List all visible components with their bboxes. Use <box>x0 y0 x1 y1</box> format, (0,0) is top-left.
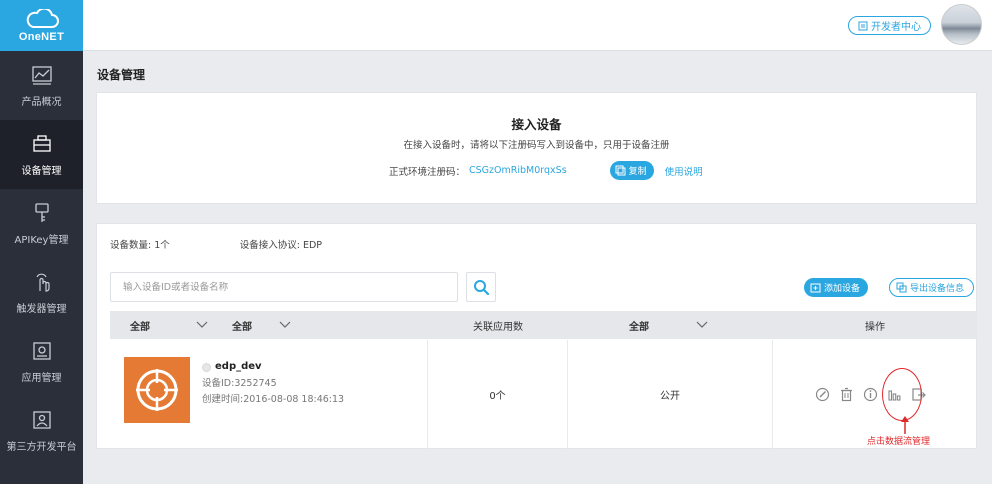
visibility-value: 公开 <box>660 391 680 402</box>
hand-tap-icon <box>35 273 50 292</box>
operation-header-label: 操作 <box>865 321 885 333</box>
detail-button[interactable] <box>861 385 879 403</box>
logo[interactable]: OneNET <box>0 0 83 51</box>
sidebar-item-device-management[interactable]: 设备管理 <box>0 120 83 189</box>
filter-dropdown-1[interactable]: 全部 <box>110 311 213 339</box>
copy-label: 复制 <box>628 167 647 177</box>
status-dot-icon <box>202 362 211 372</box>
sidebar-item-product-overview[interactable]: 产品概况 <box>0 51 83 120</box>
app-count-value: 0个 <box>489 391 506 402</box>
sidebar-item-label: 设备管理 <box>21 165 62 177</box>
top-bar: 开发者中心 <box>83 0 992 51</box>
export-arrow-icon <box>911 387 926 401</box>
add-device-button[interactable]: 添加设备 <box>804 278 869 297</box>
access-description: 在接入设备时，请将以下注册码写入到设备中，只用于设备注册 <box>403 140 670 151</box>
device-list-panel: 设备数量: 1个 设备接入协议: EDP 添加设备 导出设备信息 全部 全部 关… <box>96 223 977 449</box>
sidebar-item-label: 触发器管理 <box>16 303 67 315</box>
device-thumbnail[interactable] <box>124 357 190 423</box>
table-row: edp_dev 设备ID:3252745 创建时间:2016-08-08 18:… <box>110 340 977 449</box>
annotation-text: 点击数据流管理 <box>867 437 931 447</box>
sidebar: OneNET 产品概况 设备管理 APIKey管理 触发器管理 应用管理 第三方… <box>0 0 83 484</box>
edit-button[interactable] <box>813 385 831 403</box>
device-created-time: 创建时间:2016-08-08 18:46:13 <box>202 394 345 405</box>
datastream-management-button[interactable] <box>885 385 903 403</box>
access-device-panel: 接入设备 在接入设备时，请将以下注册码写入到设备中，只用于设备注册 正式环境注册… <box>96 92 977 204</box>
filter-3-label: 全部 <box>629 321 649 333</box>
third-party-icon <box>32 410 51 429</box>
arrow-up-icon <box>901 416 909 434</box>
sidebar-item-label: 第三方开发平台 <box>6 441 77 453</box>
bar-chart-icon <box>887 389 900 401</box>
export-device-button[interactable]: 导出设备信息 <box>889 278 975 297</box>
device-protocol: 设备接入协议: EDP <box>239 240 323 251</box>
add-icon <box>810 283 821 293</box>
filter-dropdown-3[interactable]: 全部 <box>568 311 773 339</box>
brand-name: OneNET <box>18 30 65 43</box>
filter-2-label: 全部 <box>232 321 252 333</box>
visibility-cell: 公开 <box>568 340 773 449</box>
registration-code-row: 正式环境注册码： CSGzOmRibM0rqxSs 复制 使用说明 <box>389 161 703 180</box>
developer-center-button[interactable]: 开发者中心 <box>848 16 931 35</box>
table-header: 全部 全部 关联应用数 全部 操作 <box>110 311 977 339</box>
app-count-cell: 0个 <box>428 340 568 449</box>
export-device-label: 导出设备信息 <box>910 284 965 294</box>
device-id: 设备ID:3252745 <box>202 378 277 389</box>
info-icon <box>863 387 877 401</box>
device-name-row: edp_dev <box>202 359 344 375</box>
usage-guide-link[interactable]: 使用说明 <box>665 164 703 178</box>
sidebar-item-third-party[interactable]: 第三方开发平台 <box>0 396 83 465</box>
delete-button[interactable] <box>837 385 855 403</box>
sidebar-item-label: APIKey管理 <box>14 234 69 246</box>
chart-line-icon <box>31 65 52 85</box>
filter-1-label: 全部 <box>130 321 150 333</box>
search-input[interactable] <box>110 272 458 302</box>
app-count-header-label: 关联应用数 <box>473 321 523 333</box>
device-info-cell: edp_dev 设备ID:3252745 创建时间:2016-08-08 18:… <box>110 340 428 449</box>
chevron-down-icon <box>696 321 708 328</box>
search-icon <box>474 280 489 295</box>
trash-icon <box>840 387 852 401</box>
edit-icon <box>815 387 829 401</box>
filter-dropdown-2[interactable]: 全部 <box>213 311 428 339</box>
sidebar-item-label: 应用管理 <box>21 372 62 384</box>
sidebar-item-apikey[interactable]: APIKey管理 <box>0 189 83 258</box>
chevron-down-icon <box>196 321 208 328</box>
operations-cell <box>773 340 977 449</box>
registration-code-label: 正式环境注册码： <box>389 166 466 178</box>
avatar[interactable] <box>941 4 982 45</box>
copy-button[interactable]: 复制 <box>609 161 654 180</box>
device-count: 设备数量: 1个 <box>110 240 170 251</box>
export-data-button[interactable] <box>909 385 927 403</box>
registration-code: CSGzOmRibM0rqxSs <box>469 165 567 176</box>
sidebar-item-app-management[interactable]: 应用管理 <box>0 327 83 396</box>
chevron-down-icon <box>279 321 291 328</box>
device-name[interactable]: edp_dev <box>215 359 262 375</box>
crosshair-icon <box>136 369 178 411</box>
device-stats: 设备数量: 1个 设备接入协议: EDP <box>110 237 322 251</box>
operations <box>813 385 927 403</box>
add-device-label: 添加设备 <box>824 284 861 294</box>
key-icon <box>34 202 49 222</box>
search-button[interactable] <box>466 272 496 302</box>
document-icon <box>858 21 868 30</box>
app-count-header: 关联应用数 <box>428 311 568 339</box>
sidebar-item-label: 产品概况 <box>21 96 62 108</box>
copy-icon <box>615 165 626 176</box>
device-info: edp_dev 设备ID:3252745 创建时间:2016-08-08 18:… <box>202 359 344 408</box>
page-title: 设备管理 <box>97 68 146 82</box>
sidebar-item-trigger[interactable]: 触发器管理 <box>0 258 83 327</box>
operation-header: 操作 <box>773 311 977 339</box>
device-icon <box>32 134 51 152</box>
access-title: 接入设备 <box>511 117 562 132</box>
developer-center-label: 开发者中心 <box>871 22 921 33</box>
app-icon <box>32 341 51 360</box>
export-icon <box>896 282 907 293</box>
cloud-logo-icon <box>26 8 59 28</box>
